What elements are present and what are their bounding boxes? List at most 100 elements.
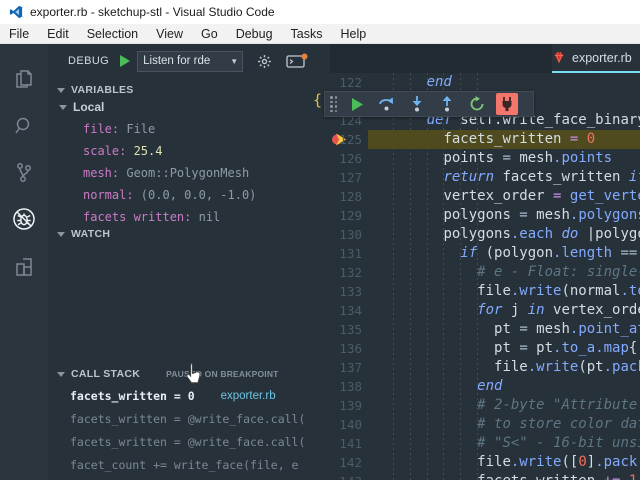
variable-name: facets_written: bbox=[83, 210, 199, 222]
debug-side-panel: DEBUG Listen for rde ▼ bbox=[48, 44, 330, 480]
line-number[interactable]: 141 bbox=[330, 434, 362, 453]
frame-source: exporter.rb bbox=[221, 390, 276, 402]
code-line[interactable]: 139 # 2-byte "Attribute byte c bbox=[330, 396, 640, 415]
code-text: end bbox=[376, 377, 502, 396]
gear-icon[interactable] bbox=[257, 54, 272, 69]
sidebar-item-debug[interactable] bbox=[0, 196, 48, 242]
sidebar-item-search[interactable] bbox=[0, 103, 48, 149]
call-stack-list: facets_written = 0exporter.rbfacets_writ… bbox=[48, 384, 330, 480]
step-into-button[interactable] bbox=[404, 93, 430, 115]
code-line[interactable]: 133file.write(normal.to_a.pack bbox=[330, 282, 640, 301]
code-line[interactable]: 136pt = pt.to_a.map{|v bbox=[330, 339, 640, 358]
line-number[interactable]: 138 bbox=[330, 377, 362, 396]
section-header-call-stack[interactable]: CALL STACK PAUSED ON BREAKPOINT bbox=[48, 364, 330, 384]
line-number[interactable]: 122 bbox=[330, 73, 362, 92]
code-line[interactable]: 122end bbox=[330, 73, 640, 92]
code-line[interactable]: 143 facets_written += 1 bbox=[330, 472, 640, 480]
disconnect-icon bbox=[496, 93, 518, 115]
line-number[interactable]: 140 bbox=[330, 415, 362, 434]
sidebar-item-extensions[interactable] bbox=[0, 244, 48, 290]
tab-exporter-rb[interactable]: exporter.rb bbox=[552, 44, 640, 73]
start-debug-button[interactable] bbox=[119, 54, 131, 68]
continue-button[interactable] bbox=[344, 93, 370, 115]
line-number[interactable]: 135 bbox=[330, 320, 362, 339]
menu-item-tasks[interactable]: Tasks bbox=[282, 24, 332, 44]
line-number[interactable]: 133 bbox=[330, 282, 362, 301]
line-number[interactable]: 136 bbox=[330, 339, 362, 358]
callstack-frame[interactable]: entities.each do |entity| bbox=[48, 476, 330, 480]
line-number[interactable]: 127 bbox=[330, 168, 362, 187]
menu-item-file[interactable]: File bbox=[0, 24, 38, 44]
code-line[interactable]: 140# to store color data. bbox=[330, 415, 640, 434]
code-line[interactable]: 137file.write(pt.pack("e bbox=[330, 358, 640, 377]
line-number[interactable]: 137 bbox=[330, 358, 362, 377]
code-text: file.write([0].pack( bbox=[376, 453, 640, 472]
variable-row[interactable]: scale: 25.4 bbox=[48, 140, 330, 162]
code-line[interactable]: 142 file.write([0].pack( bbox=[330, 453, 640, 472]
paused-on-breakpoint-badge: PAUSED ON BREAKPOINT bbox=[166, 369, 278, 379]
code-line[interactable]: 125 facets_written = 0 bbox=[330, 130, 640, 149]
line-number[interactable]: 126 bbox=[330, 149, 362, 168]
code-line[interactable]: 130polygons.each do |polygon| bbox=[330, 225, 640, 244]
code-text: # 2-byte "Attribute byte c bbox=[376, 396, 640, 415]
step-over-button[interactable] bbox=[374, 93, 400, 115]
disconnect-button[interactable] bbox=[494, 93, 520, 115]
frame-label: facets_written = 0 bbox=[70, 389, 195, 403]
variable-row[interactable]: normal: (0.0, 0.0, -1.0) bbox=[48, 184, 330, 206]
callstack-frame[interactable]: facets_written = @write_face.call( bbox=[48, 430, 330, 453]
callstack-frame[interactable]: facet_count += write_face(file, e bbox=[48, 453, 330, 476]
line-number[interactable]: 129 bbox=[330, 206, 362, 225]
code-line[interactable]: 138 end bbox=[330, 377, 640, 396]
line-number[interactable]: 125 bbox=[330, 130, 362, 149]
menu-item-help[interactable]: Help bbox=[332, 24, 376, 44]
code-line[interactable]: 135pt = mesh.point_at(pol bbox=[330, 320, 640, 339]
line-number[interactable]: 130 bbox=[330, 225, 362, 244]
debug-icon bbox=[11, 206, 37, 232]
line-number[interactable]: 143 bbox=[330, 472, 362, 480]
menu-item-debug[interactable]: Debug bbox=[227, 24, 282, 44]
code-line[interactable]: 132# e - Float: single-precisio bbox=[330, 263, 640, 282]
code-editor[interactable]: 122end123124def self.write_face_binary(m… bbox=[330, 73, 640, 480]
callstack-frame[interactable]: facets_written = 0 exporter.rb bbox=[48, 384, 330, 407]
code-line[interactable]: 131if (polygon.length == 3 bbox=[330, 244, 640, 263]
line-number[interactable]: 131 bbox=[330, 244, 362, 263]
code-text: points = mesh.points bbox=[376, 149, 612, 168]
code-line[interactable]: 128vertex_order = get_vertex_order( bbox=[330, 187, 640, 206]
variables-scope-row[interactable]: Local bbox=[48, 96, 330, 118]
code-text: facets_written = 0 bbox=[376, 130, 595, 149]
variable-row[interactable]: facets_written: nil bbox=[48, 206, 330, 222]
code-line[interactable]: 134for j in vertex_order bbox=[330, 301, 640, 320]
debug-config-dropdown[interactable]: Listen for rde ▼ bbox=[137, 51, 243, 72]
code-text: facets_written += 1 bbox=[376, 472, 637, 480]
variable-row[interactable]: file: File bbox=[48, 118, 330, 140]
menu-item-edit[interactable]: Edit bbox=[38, 24, 78, 44]
menu-item-selection[interactable]: Selection bbox=[78, 24, 147, 44]
line-number[interactable]: 139 bbox=[330, 396, 362, 415]
variable-name: scale: bbox=[83, 144, 134, 158]
code-line[interactable]: 127return facets_written if poi bbox=[330, 168, 640, 187]
call-stack-section-title: CALL STACK bbox=[71, 368, 140, 380]
code-line[interactable]: 141 # "S<" - 16-bit unsigned bbox=[330, 434, 640, 453]
menu-item-go[interactable]: Go bbox=[192, 24, 227, 44]
menu-item-view[interactable]: View bbox=[147, 24, 192, 44]
activity-bar bbox=[0, 44, 48, 480]
step-out-button[interactable] bbox=[434, 93, 460, 115]
sidebar-item-explorer[interactable] bbox=[0, 56, 48, 102]
code-line[interactable]: 129polygons = mesh.polygons bbox=[330, 206, 640, 225]
frame-label: facet_count += write_face(file, e bbox=[70, 458, 298, 472]
restart-button[interactable] bbox=[464, 93, 490, 115]
code-text: # "S<" - 16-bit unsigned bbox=[376, 434, 640, 453]
line-number[interactable]: 142 bbox=[330, 453, 362, 472]
variables-section-title: VARIABLES bbox=[71, 84, 134, 96]
drag-handle-icon[interactable] bbox=[330, 96, 340, 112]
window-title: exporter.rb - sketchup-stl - Visual Stud… bbox=[30, 5, 275, 19]
callstack-frame[interactable]: facets_written = @write_face.call( bbox=[48, 407, 330, 430]
line-number[interactable]: 132 bbox=[330, 263, 362, 282]
line-number[interactable]: 128 bbox=[330, 187, 362, 206]
section-header-watch[interactable]: WATCH bbox=[48, 224, 330, 244]
debug-console-icon[interactable] bbox=[286, 53, 308, 69]
variable-row[interactable]: mesh: Geom::PolygonMesh bbox=[48, 162, 330, 184]
sidebar-item-source-control[interactable] bbox=[0, 149, 48, 195]
code-line[interactable]: 126 points = mesh.points bbox=[330, 149, 640, 168]
line-number[interactable]: 134 bbox=[330, 301, 362, 320]
